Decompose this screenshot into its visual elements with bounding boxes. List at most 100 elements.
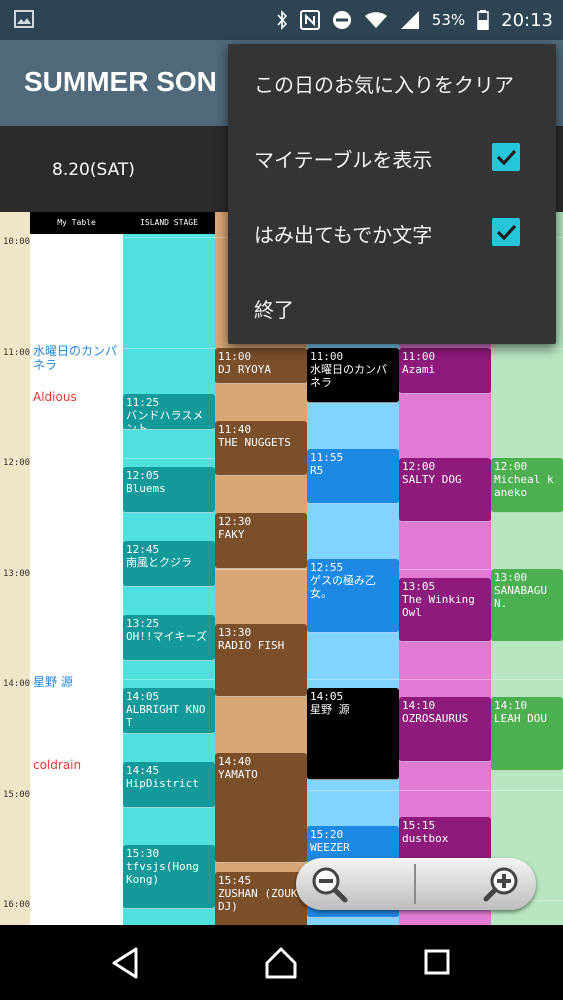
bluetooth-icon: [277, 10, 287, 30]
zoom-controls: [296, 858, 536, 910]
event-time: 14:10: [494, 699, 528, 713]
event-time: 11:40: [218, 423, 252, 437]
event-block[interactable]: 12:00 SALTY DOG: [399, 458, 491, 523]
event-block[interactable]: 12:00 Micheal kaneko: [491, 458, 563, 514]
checkmark-icon: [496, 224, 517, 241]
menu-item-label: 終了: [254, 298, 294, 322]
event-block[interactable]: 14:45 HipDistrict: [123, 761, 215, 808]
battery-icon: [477, 10, 489, 30]
menu-item[interactable]: はみ出てもでか文字: [228, 194, 556, 269]
event-block[interactable]: 13:25 OH!!マイキーズ: [123, 614, 215, 661]
image-icon: [14, 10, 34, 28]
event-name: 星野 源: [310, 703, 350, 717]
event-name: Bluems: [126, 482, 166, 496]
event-time: 11:00: [310, 349, 344, 363]
signal-icon: [400, 11, 419, 29]
event-block[interactable]: 15:45 ZUSHAN (ZOUK DJ): [215, 872, 307, 925]
event-time: 13:00: [494, 570, 528, 584]
zoom-in-icon[interactable]: [482, 865, 522, 903]
menu-item-label: マイテーブルを表示: [254, 148, 433, 172]
menu-item[interactable]: マイテーブルを表示: [228, 119, 556, 194]
event-block[interactable]: 14:40 YAMATO: [215, 752, 307, 864]
event-name: RADIO FISH: [218, 638, 285, 652]
event-block[interactable]: 11:00 水曜日のカンパネラ: [307, 347, 399, 403]
event-name: dustbox: [402, 832, 449, 846]
event-block[interactable]: 14:10 OZROSAURUS: [399, 697, 491, 762]
my-table-entry[interactable]: coldrain: [33, 758, 121, 772]
battery-percent: 53%: [431, 11, 466, 29]
event-block[interactable]: 13:00 SANABAGUN.: [491, 568, 563, 643]
event-name: Azami: [402, 362, 436, 376]
checkbox-checked[interactable]: [492, 143, 520, 171]
event-block[interactable]: 14:05 星野 源: [307, 688, 399, 781]
event-time: 12:55: [310, 561, 344, 575]
event-name: YAMATO: [218, 767, 258, 781]
time-label: 12:00: [3, 458, 31, 468]
my-table-entry[interactable]: 星野 源: [33, 675, 121, 689]
event-time: 15:30: [126, 846, 160, 860]
event-block[interactable]: 11:55 R5: [307, 448, 399, 505]
menu-item[interactable]: 終了: [228, 269, 556, 344]
my-table-entry[interactable]: Aldious: [33, 390, 121, 404]
event-name: SANABAGUN.: [494, 583, 547, 610]
do-not-disturb-icon: [332, 11, 351, 29]
event-name: OH!!マイキーズ: [126, 629, 207, 643]
event-name: Micheal kaneko: [494, 473, 554, 499]
event-time: 14:05: [126, 690, 160, 704]
event-time: 14:05: [310, 690, 344, 704]
event-time: 11:00: [218, 349, 252, 363]
event-block[interactable]: 14:05 ALBRIGHT KNOT: [123, 688, 215, 735]
home-icon[interactable]: [259, 941, 303, 985]
event-block[interactable]: 11:25 バンドハラスメント: [123, 393, 215, 431]
zoom-divider: [414, 864, 416, 904]
event-name: ALBRIGHT KNOT: [126, 703, 206, 730]
time-label: 15:00: [3, 789, 31, 800]
app-title: SUMMER SON: [24, 66, 217, 97]
checkbox-checked[interactable]: [492, 218, 520, 246]
back-icon[interactable]: [104, 941, 148, 985]
event-time: 14:40: [218, 754, 252, 768]
event-time: 12:30: [218, 515, 252, 529]
event-block[interactable]: 12:30 FAKY: [215, 513, 307, 569]
event-time: 14:10: [402, 699, 436, 713]
menu-item[interactable]: この日のお気に入りをクリア: [228, 44, 556, 119]
event-time: 14:45: [126, 763, 160, 777]
checkmark-icon: [496, 149, 517, 166]
event-block[interactable]: 13:05 The Winking Owl: [399, 577, 491, 643]
event-block[interactable]: 12:55 ゲスの極み乙女。: [307, 559, 399, 633]
stage-header: My Table: [30, 212, 123, 234]
event-block[interactable]: 14:10 LEAH DOU: [491, 697, 563, 772]
event-time: 11:25: [126, 395, 160, 409]
tab-day-1[interactable]: 8.20(SAT): [52, 160, 135, 180]
event-name: SALTY DOG: [402, 473, 462, 486]
event-block[interactable]: 11:00 Azami: [399, 347, 491, 394]
time-label: 13:00: [3, 568, 31, 579]
event-name: FAKY: [218, 528, 245, 542]
event-block[interactable]: 15:30 tfvsjs(Hong Kong): [123, 844, 215, 910]
event-time: 12:00: [494, 460, 528, 473]
event-block[interactable]: 11:40 THE NUGGETS: [215, 421, 307, 477]
recents-icon[interactable]: [416, 941, 460, 985]
time-label: 14:00: [3, 679, 31, 689]
event-block[interactable]: 12:05 Bluems: [123, 467, 215, 514]
event-name: WEEZER: [310, 841, 350, 855]
my-table-entry[interactable]: 水曜日のカンパネラ: [33, 344, 121, 372]
event-time: 15:20: [310, 828, 344, 842]
menu-item-label: この日のお気に入りをクリア: [254, 73, 514, 97]
event-block[interactable]: 12:45 南風とクジラ: [123, 540, 215, 587]
event-name: 南風とクジラ: [126, 555, 192, 569]
event-block[interactable]: 13:30 RADIO FISH: [215, 623, 307, 698]
event-name: バンドハラスメント: [126, 408, 204, 431]
event-name: DJ RYOYA: [218, 362, 271, 376]
time-label: 11:00: [3, 347, 31, 358]
event-name: R5: [310, 463, 324, 477]
time-label: 10:00: [3, 237, 31, 247]
event-block[interactable]: 11:00 DJ RYOYA: [215, 347, 307, 385]
event-time: 11:55: [310, 450, 344, 464]
zoom-out-icon[interactable]: [310, 865, 350, 903]
event-name: ゲスの極み乙女。: [310, 574, 376, 601]
time-column: 10:00 11:00 12:00 13:00 14:00 15:00 16:00: [0, 212, 30, 925]
wifi-icon: [364, 12, 387, 28]
event-name: The Winking Owl: [402, 592, 475, 619]
overflow-menu: この日のお気に入りをクリア マイテーブルを表示はみ出てもでか文字終了: [228, 44, 556, 344]
